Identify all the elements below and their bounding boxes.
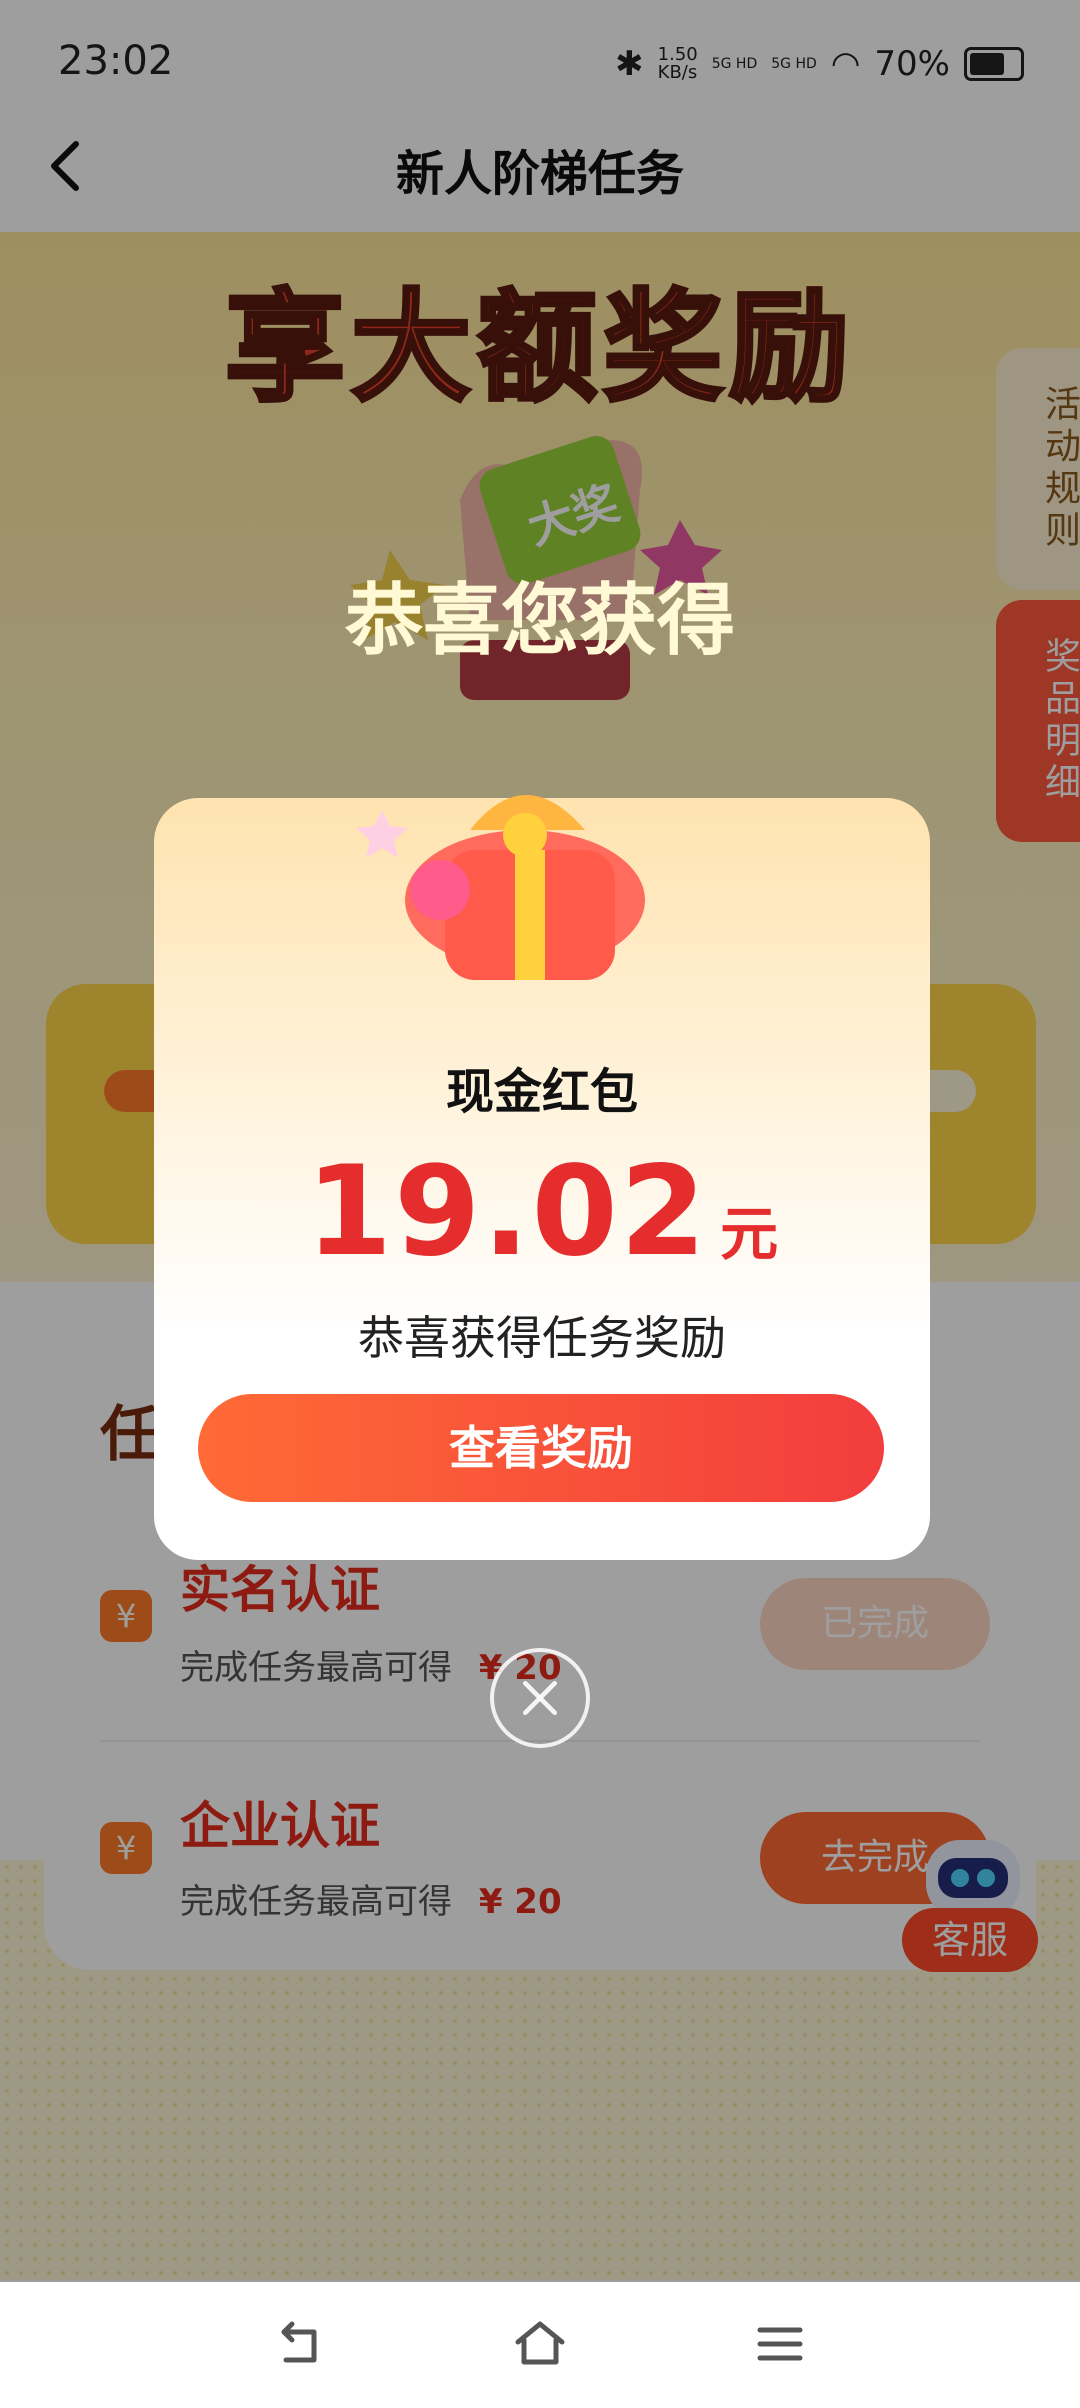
reward-unit: 元 (720, 1200, 779, 1268)
menu-icon[interactable] (752, 2316, 808, 2372)
congrats-title: 恭喜您获得 (344, 576, 735, 666)
reward-amount: 19.02 (305, 1140, 709, 1284)
gift-box-icon (356, 795, 645, 980)
reward-message: 恭喜获得任务奖励 (358, 1311, 726, 1365)
reward-amount-row: 19.02 元 (154, 1140, 930, 1284)
close-icon[interactable] (490, 1648, 590, 1748)
reward-type: 现金红包 (445, 1064, 638, 1120)
view-reward-button[interactable]: 查看奖励 (198, 1394, 884, 1502)
home-icon[interactable] (512, 2316, 568, 2372)
back-gesture-icon[interactable] (272, 2316, 328, 2372)
